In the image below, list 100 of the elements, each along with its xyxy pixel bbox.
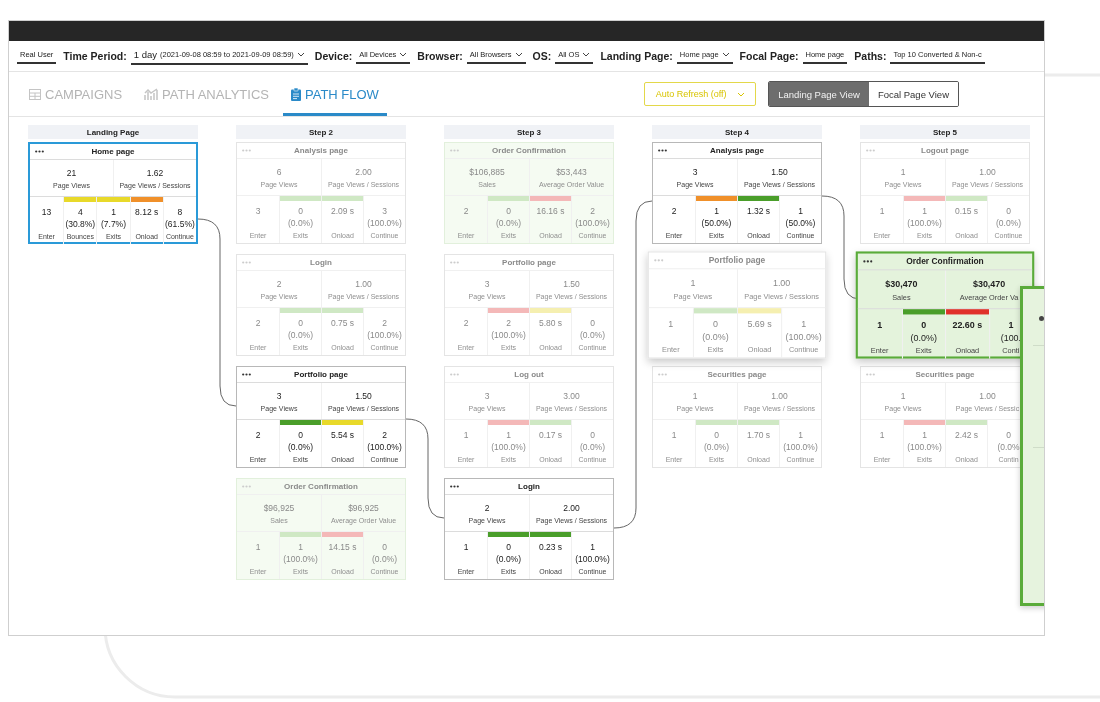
- summary-value: $30,470: [885, 278, 918, 289]
- more-icon[interactable]: [450, 485, 459, 488]
- metric-percent: (0.0%): [703, 442, 729, 452]
- metric-value: 2: [255, 430, 261, 440]
- summary-value: 1.50: [355, 390, 372, 401]
- card-title: Securities page: [707, 370, 767, 379]
- metric-value: 2: [463, 318, 469, 328]
- summary-value: 1.00: [771, 390, 788, 401]
- card-title: Order Confirmation: [492, 146, 566, 155]
- clipboard-icon: [291, 87, 301, 101]
- summary-value: 1.00: [772, 277, 791, 288]
- summary-value: 1.62: [146, 167, 164, 178]
- metric-value: 0: [298, 206, 303, 216]
- metric-percent: (0.0%): [495, 554, 521, 564]
- metric-value: 3: [382, 206, 387, 216]
- summary-value: 1: [900, 390, 906, 401]
- card-title: Login: [518, 482, 540, 491]
- metric-percent: (100.0%): [367, 442, 402, 452]
- metric-percent: (100.0%): [491, 330, 526, 340]
- metric-value: 1: [801, 318, 807, 330]
- card-title: Analysis page: [294, 146, 348, 155]
- metric-percent: (0.0%): [287, 330, 313, 340]
- chevron-down-icon: [736, 91, 745, 97]
- metric-percent: (100.0%): [491, 442, 526, 452]
- metric-value: 5.54 s: [330, 430, 355, 440]
- column-header: Step 2: [236, 125, 406, 139]
- summary-value: 3: [484, 278, 490, 289]
- metric-value: 1.70 s: [746, 430, 771, 440]
- summary-value: 2: [276, 278, 282, 289]
- metric-percent: (100.0%): [907, 218, 942, 228]
- metric-percent: (100.: [1000, 332, 1022, 343]
- summary-value: 2.00: [563, 502, 580, 513]
- metric-percent: (100.0%): [575, 554, 610, 564]
- metric-value: 0: [714, 430, 719, 440]
- summary-value: 3: [692, 166, 698, 177]
- card-title: Logout page: [921, 146, 969, 155]
- chevron-down-icon: [296, 52, 305, 57]
- metric-value: 3: [255, 206, 261, 216]
- metric-value: 1: [590, 542, 595, 552]
- bar-chart-icon: [144, 88, 159, 100]
- more-icon[interactable]: [658, 149, 667, 152]
- metric-value: 0: [590, 318, 595, 328]
- summary-value: 1.50: [771, 166, 788, 177]
- metric-value: 1: [922, 430, 927, 440]
- metric-value: 1: [463, 542, 469, 552]
- more-icon[interactable]: [35, 150, 44, 153]
- filter-label: Focal Page:: [739, 50, 799, 62]
- metric-value: 1.32 s: [746, 206, 771, 216]
- more-icon[interactable]: [242, 373, 251, 376]
- filter-label: Landing Page:: [600, 50, 673, 62]
- metric-percent: (100.0%): [907, 442, 942, 452]
- metric-percent: (0.0%): [287, 218, 313, 228]
- metric-value: 0: [590, 430, 595, 440]
- metric-value: 8.12 s: [135, 207, 159, 217]
- metric-value: 0.23 s: [538, 542, 563, 552]
- metric-value: 2.42 s: [954, 430, 979, 440]
- metric-value: 1: [298, 542, 303, 552]
- metric-value: 2: [382, 430, 387, 440]
- card-title: Portfolio page: [708, 255, 766, 266]
- summary-value: $96,925: [263, 502, 295, 513]
- metric-value: 1: [877, 319, 883, 331]
- chevron-down-icon: [399, 52, 408, 57]
- more-icon[interactable]: [863, 259, 873, 263]
- metric-value: 1: [111, 207, 116, 217]
- filter-label: Device:: [314, 50, 353, 62]
- table-icon: [29, 88, 41, 100]
- metric-value: 5.80 s: [538, 318, 563, 328]
- card-title: Securities page: [915, 370, 975, 379]
- nav-tab[interactable]: PATH FLOW: [283, 72, 387, 116]
- card-title: Order Confirmation: [284, 482, 358, 491]
- view-toggle-button[interactable]: Landing Page View: [769, 82, 869, 106]
- metric-value: 0: [506, 206, 511, 216]
- card-title: Order Confirmation: [906, 256, 984, 267]
- metric-value: 1: [714, 206, 719, 216]
- metric-value: 1: [798, 430, 803, 440]
- radio-dot-icon: [1039, 316, 1044, 321]
- column-header: Landing Page: [28, 125, 198, 139]
- metric-value: 5.69 s: [747, 318, 772, 330]
- metric-value: 2: [382, 318, 387, 328]
- metric-value: 0.75 s: [330, 318, 355, 328]
- metric-value: 13: [41, 207, 52, 217]
- metric-percent: (0.0%): [702, 331, 729, 342]
- metric-percent: (0.0%): [371, 554, 397, 564]
- summary-value: $53,443: [556, 166, 587, 177]
- metric-value: 0: [1006, 206, 1011, 216]
- metric-value: 0: [1006, 430, 1011, 440]
- summary-value: $106,885: [469, 166, 505, 177]
- metric-value: 1: [668, 318, 674, 330]
- filter-label: Paths:: [854, 50, 887, 62]
- summary-value: 21: [66, 167, 77, 178]
- metric-percent: (61.5%): [165, 219, 195, 229]
- summary-value: 1.00: [979, 390, 996, 401]
- metric-value: 16.16 s: [536, 206, 565, 216]
- metric-percent: (100.0%): [367, 218, 402, 228]
- chevron-down-icon: [582, 52, 591, 57]
- metric-value: 1: [879, 206, 885, 216]
- summary-value: 3.00: [563, 390, 580, 401]
- metric-percent: (0.0%): [495, 218, 521, 228]
- metric-percent: (0.0%): [579, 442, 605, 452]
- metric-percent: (100.0%): [783, 442, 818, 452]
